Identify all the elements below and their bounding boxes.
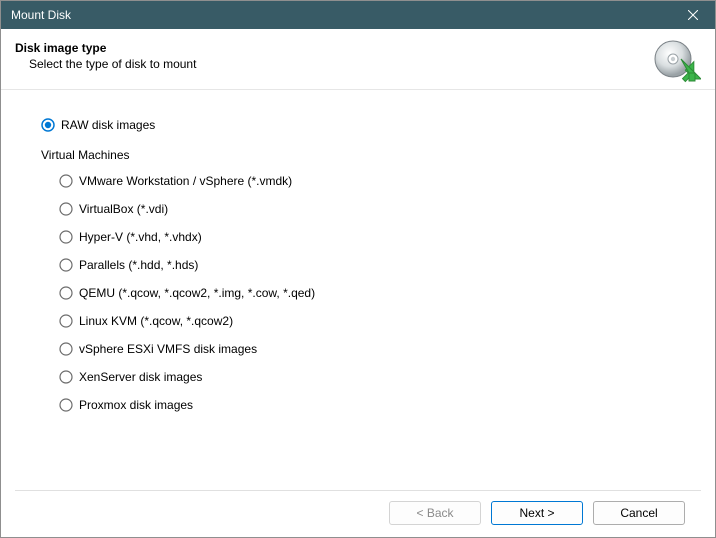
radio-unselected-icon bbox=[59, 286, 73, 300]
radio-unselected-icon bbox=[59, 314, 73, 328]
wizard-header: Disk image type Select the type of disk … bbox=[1, 29, 715, 90]
header-text: Disk image type Select the type of disk … bbox=[15, 39, 196, 71]
content-area: RAW disk images Virtual Machines VMware … bbox=[1, 90, 715, 490]
option-hyperv-label: Hyper-V (*.vhd, *.vhdx) bbox=[79, 230, 202, 244]
option-esxi[interactable]: vSphere ESXi VMFS disk images bbox=[59, 342, 675, 356]
cancel-button[interactable]: Cancel bbox=[593, 501, 685, 525]
close-button[interactable] bbox=[679, 5, 707, 25]
window-title: Mount Disk bbox=[11, 1, 71, 29]
radio-unselected-icon bbox=[59, 174, 73, 188]
radio-unselected-icon bbox=[59, 230, 73, 244]
option-xenserver[interactable]: XenServer disk images bbox=[59, 370, 675, 384]
radio-unselected-icon bbox=[59, 202, 73, 216]
option-vmware[interactable]: VMware Workstation / vSphere (*.vmdk) bbox=[59, 174, 675, 188]
radio-unselected-icon bbox=[59, 370, 73, 384]
header-subtitle: Select the type of disk to mount bbox=[15, 55, 196, 71]
option-virtualbox[interactable]: VirtualBox (*.vdi) bbox=[59, 202, 675, 216]
option-kvm[interactable]: Linux KVM (*.qcow, *.qcow2) bbox=[59, 314, 675, 328]
option-parallels[interactable]: Parallels (*.hdd, *.hds) bbox=[59, 258, 675, 272]
next-button[interactable]: Next > bbox=[491, 501, 583, 525]
option-qemu[interactable]: QEMU (*.qcow, *.qcow2, *.img, *.cow, *.q… bbox=[59, 286, 675, 300]
option-kvm-label: Linux KVM (*.qcow, *.qcow2) bbox=[79, 314, 233, 328]
wizard-footer: < Back Next > Cancel bbox=[15, 490, 701, 537]
back-button[interactable]: < Back bbox=[389, 501, 481, 525]
radio-unselected-icon bbox=[59, 398, 73, 412]
vm-options-group: VMware Workstation / vSphere (*.vmdk) Vi… bbox=[41, 174, 675, 412]
disk-mount-icon bbox=[649, 39, 701, 83]
mount-disk-window: Mount Disk Disk image type Select the ty… bbox=[0, 0, 716, 538]
titlebar: Mount Disk bbox=[1, 1, 715, 29]
radio-selected-icon bbox=[41, 118, 55, 132]
section-virtual-machines: Virtual Machines bbox=[41, 148, 675, 162]
option-qemu-label: QEMU (*.qcow, *.qcow2, *.img, *.cow, *.q… bbox=[79, 286, 315, 300]
radio-unselected-icon bbox=[59, 342, 73, 356]
option-proxmox[interactable]: Proxmox disk images bbox=[59, 398, 675, 412]
option-raw-label: RAW disk images bbox=[61, 118, 155, 132]
radio-unselected-icon bbox=[59, 258, 73, 272]
option-xenserver-label: XenServer disk images bbox=[79, 370, 202, 384]
header-title: Disk image type bbox=[15, 41, 196, 55]
option-esxi-label: vSphere ESXi VMFS disk images bbox=[79, 342, 257, 356]
option-parallels-label: Parallels (*.hdd, *.hds) bbox=[79, 258, 198, 272]
option-raw[interactable]: RAW disk images bbox=[41, 118, 675, 132]
option-vmware-label: VMware Workstation / vSphere (*.vmdk) bbox=[79, 174, 292, 188]
option-proxmox-label: Proxmox disk images bbox=[79, 398, 193, 412]
option-hyperv[interactable]: Hyper-V (*.vhd, *.vhdx) bbox=[59, 230, 675, 244]
close-icon bbox=[688, 10, 698, 20]
option-virtualbox-label: VirtualBox (*.vdi) bbox=[79, 202, 168, 216]
